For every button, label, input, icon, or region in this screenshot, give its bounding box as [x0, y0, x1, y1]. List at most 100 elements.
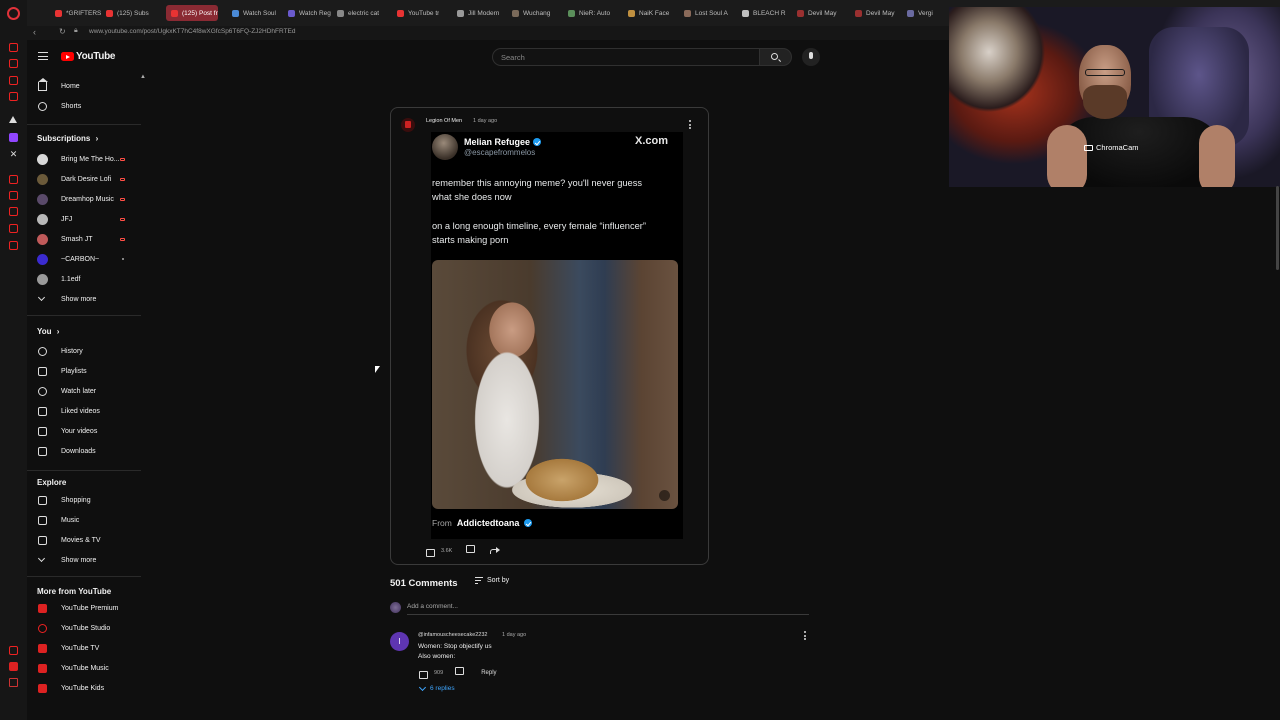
rail-app-icon[interactable] — [9, 92, 18, 101]
comment-dislike-icon[interactable] — [455, 668, 465, 678]
tab-label: Watch Soul — [243, 9, 276, 17]
search-input[interactable]: Search — [492, 48, 760, 66]
search-button[interactable] — [760, 48, 792, 66]
rail-app-icon[interactable] — [9, 175, 18, 184]
browser-logo-icon[interactable] — [7, 7, 20, 20]
add-comment-input[interactable]: Add a comment... — [407, 603, 809, 615]
tab-label: Jill Modern — [468, 9, 500, 17]
sidebar-item-history[interactable]: History — [27, 343, 145, 359]
browser-tab[interactable]: Watch Reg — [288, 5, 331, 21]
share-icon[interactable] — [490, 546, 501, 556]
rail-app-icon[interactable] — [9, 678, 18, 687]
browser-tab[interactable]: NieR: Auto — [568, 5, 610, 21]
back-icon[interactable]: ‹ — [33, 27, 36, 37]
channel-name[interactable]: Legion Of Men — [426, 118, 462, 124]
browser-tab[interactable]: (125) Post from Leg — [166, 5, 218, 21]
sidebar-item-youtube-premium[interactable]: YouTube Premium — [27, 600, 145, 616]
show-more-button[interactable]: Show more — [27, 552, 145, 568]
rail-app-icon[interactable] — [9, 59, 18, 68]
sidebar-item-youtube-studio[interactable]: YouTube Studio — [27, 620, 145, 636]
rail-app-icon[interactable] — [9, 207, 18, 216]
tab-label: Devil May — [866, 9, 895, 17]
tab-favicon-icon — [797, 9, 804, 17]
tab-label: BLEACH R — [753, 9, 786, 17]
browser-tab[interactable]: (125) Subs — [106, 5, 149, 21]
browser-tab[interactable]: electric cat — [337, 5, 379, 21]
tab-favicon-icon — [457, 9, 464, 17]
tweet-source: X.com — [635, 135, 669, 147]
rail-app-icon[interactable] — [9, 116, 17, 123]
subscription-item[interactable]: Dreamhop Music — [27, 191, 145, 207]
subscription-item[interactable]: Bring Me The Ho... — [27, 151, 145, 167]
sidebar-item-youtube-tv[interactable]: YouTube TV — [27, 640, 145, 656]
more-from-youtube-heading: More from YouTube — [37, 587, 111, 596]
rail-app-icon[interactable] — [9, 662, 18, 671]
sidebar-item-home[interactable]: Home — [27, 77, 145, 94]
browser-tab[interactable]: Devil May — [797, 5, 837, 21]
x-icon[interactable]: ✕ — [9, 150, 18, 159]
search-icon — [771, 53, 778, 60]
youtube-logo[interactable]: YouTube — [61, 51, 116, 62]
show-more-button[interactable]: Show more — [27, 291, 145, 307]
sidebar-item-music[interactable]: Music — [27, 512, 145, 528]
sidebar-item-playlists[interactable]: Playlists — [27, 363, 145, 379]
subscription-item[interactable]: JFJ — [27, 211, 145, 227]
browser-tab[interactable]: Lost Soul A — [684, 5, 728, 21]
sidebar-item-label: Smash JT — [61, 235, 93, 243]
more-options-icon[interactable] — [689, 120, 692, 130]
comment-like-icon[interactable] — [418, 668, 428, 679]
rail-app-icon[interactable] — [9, 224, 18, 233]
comment-avatar[interactable]: I — [390, 632, 409, 651]
tweet-text-line: starts making porn — [432, 235, 509, 245]
subscription-item[interactable]: Smash JT — [27, 231, 145, 247]
sidebar-item-liked[interactable]: Liked videos — [27, 403, 145, 419]
sidebar-item-movies[interactable]: Movies & TV — [27, 532, 145, 548]
youtube-premium-icon — [38, 603, 47, 613]
browser-tab[interactable]: BLEACH R — [742, 5, 786, 21]
rail-app-icon[interactable] — [9, 76, 18, 85]
from-label: From — [432, 518, 452, 528]
view-replies-button[interactable]: 6 replies — [418, 683, 455, 692]
browser-tab[interactable]: *GRIFTERS — [55, 5, 101, 21]
browser-tab[interactable]: NaiK Face — [628, 5, 669, 21]
browser-tab[interactable]: Devil May — [855, 5, 895, 21]
voice-search-icon[interactable] — [802, 48, 820, 66]
sort-by-button[interactable]: Sort by — [475, 577, 509, 585]
reload-icon[interactable]: ↻ — [59, 27, 66, 36]
sidebar-item-shorts[interactable]: Shorts — [27, 98, 145, 114]
mouse-cursor — [375, 366, 380, 373]
comment-author[interactable]: @infamouscheesecake2232 — [418, 632, 488, 638]
settings-icon[interactable] — [9, 241, 18, 250]
comment-text: Women: Stop objectify us — [418, 643, 492, 650]
like-icon[interactable] — [425, 546, 435, 557]
sidebar-item-your-videos[interactable]: Your videos — [27, 423, 145, 439]
subscription-item[interactable]: Dark Desire Lofi — [27, 171, 145, 187]
channel-avatar[interactable] — [401, 118, 415, 132]
sidebar-item-downloads[interactable]: Downloads — [27, 443, 145, 459]
dislike-icon[interactable] — [466, 546, 476, 556]
browser-tab[interactable]: Jill Modern — [457, 5, 499, 21]
you-heading[interactable]: You › — [37, 327, 59, 336]
page-scrollbar[interactable] — [1276, 186, 1279, 270]
sidebar-item-watch-later[interactable]: Watch later — [27, 383, 145, 399]
browser-tab[interactable]: Wuchang — [512, 5, 550, 21]
browser-tab[interactable]: YouTube tr — [397, 5, 439, 21]
subscriptions-heading[interactable]: Subscriptions › — [37, 134, 98, 143]
comment-more-icon[interactable] — [804, 631, 807, 641]
chevron-right-icon: › — [54, 327, 60, 336]
subscription-item[interactable]: 1.1edf — [27, 271, 145, 287]
sidebar-item-youtube-music[interactable]: YouTube Music — [27, 660, 145, 676]
browser-tab[interactable]: Watch Soul — [232, 5, 276, 21]
browser-side-rail: ✕ — [0, 0, 27, 720]
rail-app-icon[interactable] — [9, 43, 18, 52]
sidebar-item-youtube-kids[interactable]: YouTube Kids — [27, 680, 145, 696]
reply-button[interactable]: Reply — [481, 670, 496, 676]
rail-app-icon[interactable] — [9, 191, 18, 200]
url-text[interactable]: www.youtube.com/post/UgkxKT7hC4f8wXGfcSp… — [89, 28, 296, 35]
rail-app-icon[interactable] — [9, 646, 18, 655]
browser-tab[interactable]: Vergi — [907, 5, 933, 21]
twitch-icon[interactable] — [9, 133, 18, 142]
sidebar-item-shopping[interactable]: Shopping — [27, 492, 145, 508]
subscription-item[interactable]: ~CARBON~ — [27, 251, 145, 267]
hamburger-menu-icon[interactable] — [38, 52, 48, 60]
